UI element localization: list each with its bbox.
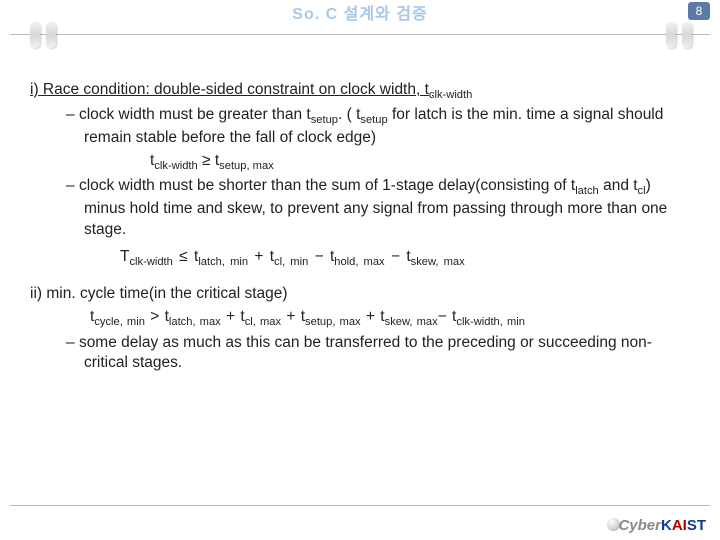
logo-st: ST — [687, 517, 706, 534]
f3-m: − — [438, 308, 452, 325]
section2-heading: ii) min. cycle time(in the critical stag… — [30, 284, 690, 305]
logo-ber: ber — [638, 517, 661, 534]
b2-text-a: clock width must be shorter than the sum… — [79, 177, 575, 194]
f2-op1: ≤ — [173, 248, 194, 265]
formula-3: tcycle, min > tlatch, max + tcl, max + t… — [90, 307, 690, 330]
f2-m2: − — [385, 248, 407, 265]
logo-ai: AI — [672, 517, 687, 534]
pill-icon — [682, 22, 692, 48]
section2: ii) min. cycle time(in the critical stag… — [30, 284, 690, 374]
f3-s2: cl, max — [245, 316, 281, 328]
pill-icon — [666, 22, 676, 48]
content-body: i) Race condition: double-sided constrai… — [30, 80, 690, 374]
f2-m1: − — [308, 248, 330, 265]
slide-title: So. C 설계와 검증 — [292, 0, 427, 24]
f3-p2: + — [281, 308, 301, 325]
f2-ss4: skew, max — [411, 256, 465, 268]
f2-ss3: hold, max — [334, 256, 384, 268]
f3-s: cycle, min — [94, 316, 145, 328]
bullet-2: clock width must be shorter than the sum… — [66, 176, 690, 241]
b1-text-a: clock width must be greater than t — [79, 106, 311, 123]
f3-p1: + — [221, 308, 241, 325]
page-number: 8 — [688, 2, 710, 20]
bullet-3: some delay as much as this can be transf… — [66, 333, 690, 375]
f2-ss2: cl, min — [274, 256, 308, 268]
f3-s4: skew, max — [385, 316, 438, 328]
f3-gt: > — [145, 308, 165, 325]
f2-p1: + — [248, 248, 270, 265]
f1-lhs-sub: clk-width — [154, 160, 197, 172]
f2-s1: clk-width — [129, 256, 172, 268]
footer-divider — [10, 505, 710, 534]
slide: So. C 설계와 검증 8 i) Race condition: double… — [0, 0, 720, 540]
formula-1: tclk-width ≥ tsetup, max — [150, 151, 690, 174]
logo-k: K — [661, 517, 672, 534]
section1-heading: i) Race condition: double-sided constrai… — [30, 80, 690, 103]
f1-op: ≥ — [198, 152, 215, 169]
f3-s3: setup, max — [305, 316, 361, 328]
formula-2: Tclk-width ≤ tlatch, min + tcl, min − th… — [120, 247, 690, 270]
pill-icon — [46, 22, 56, 48]
divider-top — [10, 34, 710, 35]
f3-s1: latch, max — [169, 316, 221, 328]
b2-text-b: and t — [599, 177, 638, 194]
title-bar: So. C 설계와 검증 — [0, 0, 720, 24]
f2-ss1: latch, min — [198, 256, 248, 268]
top-decoration — [0, 22, 720, 52]
f1-rhs-sub: setup, max — [219, 160, 274, 172]
logo-cy: Cy — [618, 517, 637, 534]
bullet-1: clock width must be greater than tsetup.… — [66, 105, 690, 149]
f3-p3: + — [361, 308, 381, 325]
b1-text-b: . ( t — [338, 106, 360, 123]
f3-s5: clk-width, min — [456, 316, 525, 328]
logo-cyberkaist: CyberKAIST — [607, 517, 706, 534]
pill-icon — [30, 22, 40, 48]
